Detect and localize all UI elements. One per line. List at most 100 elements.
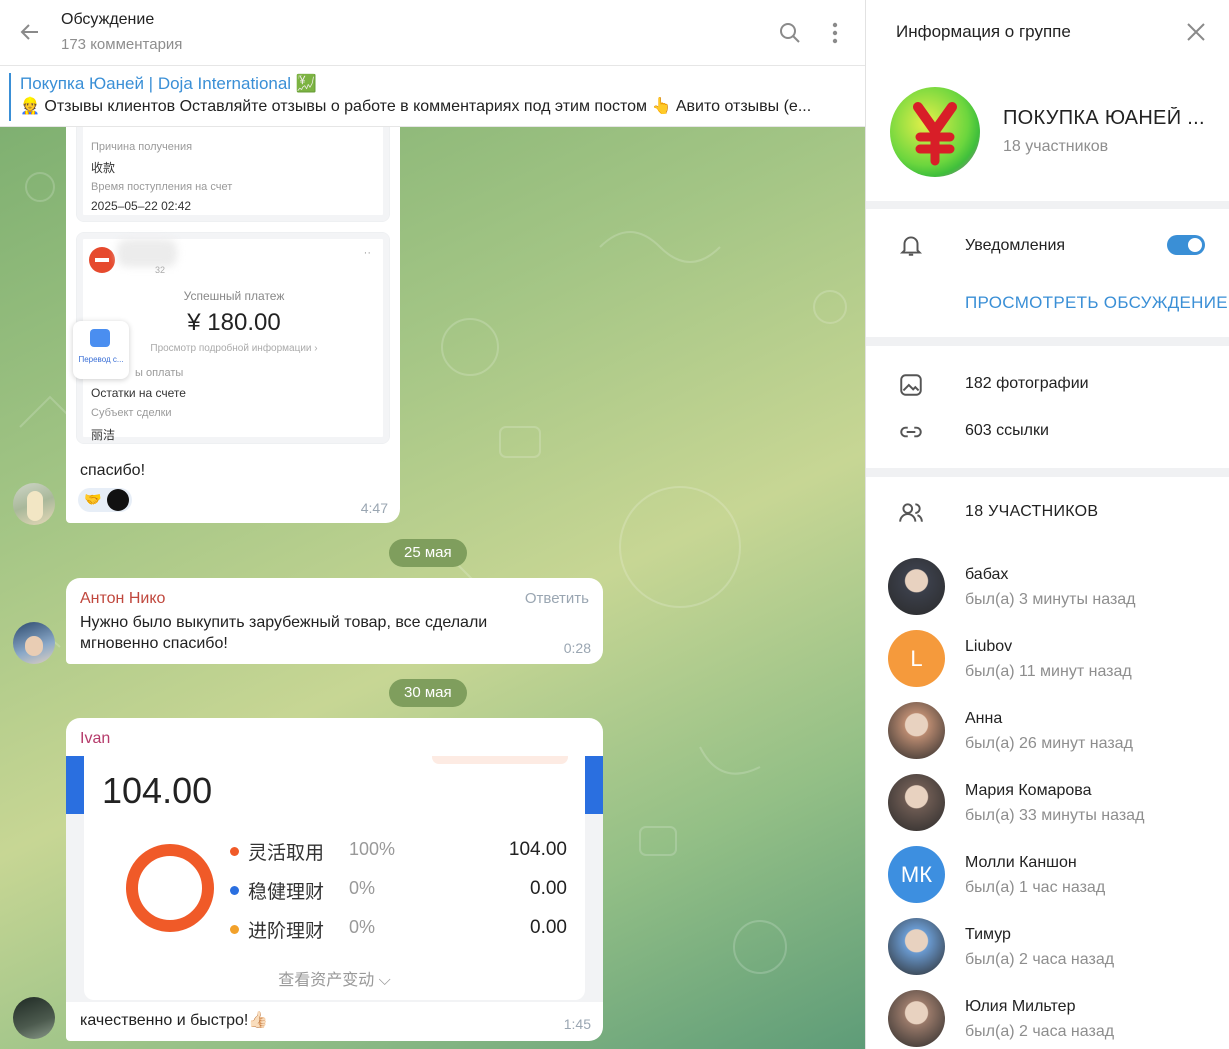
comment-count: 173 комментария [61, 36, 183, 53]
member-name: Молли Каншон [965, 854, 1077, 871]
total-amount: 104.00 [102, 770, 213, 811]
receipt-image-1[interactable]: Причина получения 收款 Время поступления н… [76, 127, 390, 222]
group-avatar[interactable] [890, 87, 980, 177]
message-time: 0:28 [563, 640, 591, 656]
screenshot-image[interactable]: 104.00 灵活取用 100% 104.00 稳健理财 0% 0.00 进阶理财 0% 0.0… [66, 756, 603, 1002]
asset-card: 104.00 灵活取用 100% 104.00 稳健理财 0% 0.00 进阶理财 0% 0.0… [84, 756, 585, 1000]
badge [432, 756, 568, 764]
member-row[interactable]: Анна был(а) 26 минут назад [866, 700, 1229, 762]
more-icon: ·· [363, 247, 371, 259]
pinned-message[interactable]: Покупка Юаней | Doja International 💹 👷 О… [0, 67, 865, 127]
message-bubble[interactable]: Ivan 104.00 灵活取用 100% 104.00 稳健理财 0% 0.00 进阶理财… [66, 718, 603, 1041]
notifications-toggle[interactable] [1167, 235, 1205, 255]
member-row[interactable]: бабах был(а) 3 минуты назад [866, 556, 1229, 618]
chat-header: Обсуждение 173 комментария [0, 0, 865, 66]
close-icon[interactable] [1184, 20, 1208, 44]
message-bubble[interactable]: Антон Нико Ответить Нужно было выкупить … [66, 578, 603, 664]
blurred-name [117, 239, 177, 267]
blue-edge [66, 756, 84, 814]
chat-title: Обсуждение [61, 11, 155, 28]
receipt-value: Остатки на счете [91, 386, 186, 400]
member-row[interactable]: Юлия Мильтер был(а) 2 часа назад [866, 988, 1229, 1049]
notifications-section: Уведомления ПРОСМОТРЕТЬ ОБСУЖДЕНИЕ [866, 209, 1229, 337]
asset-link[interactable]: 查看资产变动 ⌵ [84, 966, 585, 990]
legend-dot [230, 886, 239, 895]
receipt-value: 收款 [91, 161, 116, 175]
member-status: был(а) 26 минут назад [965, 735, 1133, 752]
link-icon [900, 426, 922, 438]
translate-popup[interactable]: Перевод с... [73, 321, 129, 379]
member-avatar [888, 990, 945, 1047]
member-name: Liubov [965, 638, 1013, 655]
media-section: 182 фотографии 603 ссылки [866, 346, 1229, 468]
avatar[interactable] [13, 483, 55, 525]
message-bubble[interactable]: Причина получения 收款 Время поступления н… [66, 127, 400, 523]
member-name: бабах [965, 566, 1009, 583]
view-discussion-button[interactable]: ПРОСМОТРЕТЬ ОБСУЖДЕНИЕ [965, 293, 1228, 313]
asset-value: 104.00 [508, 839, 567, 860]
handshake-icon: 🤝 [84, 491, 102, 507]
receipt-value: 2025–05–22 02:42 [91, 199, 192, 213]
member-status: был(а) 3 минуты назад [965, 591, 1136, 608]
translate-label: Перевод с... [78, 355, 124, 364]
payment-status: Успешный платеж [183, 289, 285, 303]
member-name: Мария Комарова [965, 782, 1092, 799]
message-time: 4:47 [360, 500, 388, 516]
asset-name: 进阶理财 [248, 921, 325, 942]
message-text: спасибо! [80, 462, 146, 479]
member-row[interactable]: Мария Комарова был(а) 33 минуты назад [866, 772, 1229, 834]
legend-dot [230, 925, 239, 934]
bank-logo-icon [89, 247, 115, 273]
asset-percent: 100% [349, 839, 396, 859]
member-avatar [888, 702, 945, 759]
more-vertical-icon[interactable] [823, 21, 847, 45]
member-row[interactable]: МК Молли Каншон был(а) 1 час назад [866, 844, 1229, 906]
member-status: был(а) 33 минуты назад [965, 807, 1145, 824]
pinned-bar [9, 73, 11, 121]
receipt-label: Время поступления на счет [91, 181, 233, 193]
group-info-panel: Информация о группе ПОКУПКА ЮАНЕЙ ... 18… [865, 0, 1229, 1049]
message-author[interactable]: Антон Нико [80, 590, 165, 608]
discussion-panel: Причина получения 收款 Время поступления н… [0, 0, 865, 1049]
member-row[interactable]: L Liubov был(а) 11 минут назад [866, 628, 1229, 690]
receipt-label: Субъект сделки [91, 407, 172, 419]
date-separator: 25 мая [389, 539, 467, 567]
message-time: 1:45 [563, 1016, 591, 1032]
message-text: Нужно было выкупить зарубежный товар, вс… [80, 614, 488, 652]
links-row[interactable]: 603 ссылки [866, 411, 1229, 451]
avatar[interactable] [13, 997, 55, 1039]
back-arrow-icon[interactable] [18, 20, 42, 44]
member-status: был(а) 2 часа назад [965, 951, 1115, 968]
member-name: Анна [965, 710, 1003, 727]
chat-background: Причина получения 收款 Время поступления н… [0, 127, 865, 1049]
photos-label: 182 фотографии [965, 375, 1089, 392]
members-icon [899, 503, 923, 522]
links-label: 603 ссылки [965, 422, 1049, 439]
blue-edge [585, 756, 603, 814]
members-header: 18 УЧАСТНИКОВ [965, 503, 1099, 520]
avatar[interactable] [13, 622, 55, 664]
panel-title: Информация о группе [896, 22, 1071, 41]
member-count: 18 участников [1003, 138, 1109, 155]
member-avatar [888, 558, 945, 615]
date-separator: 30 мая [389, 679, 467, 707]
member-status: был(а) 2 часа назад [965, 1023, 1115, 1040]
reply-button[interactable]: Ответить [525, 590, 589, 607]
member-avatar [888, 918, 945, 975]
notifications-label: Уведомления [965, 237, 1066, 254]
reactor-avatar [107, 489, 129, 511]
member-avatar: L [888, 630, 945, 687]
member-name: Тимур [965, 926, 1011, 943]
reaction-chip[interactable]: 🤝 [78, 488, 132, 512]
search-icon[interactable] [778, 21, 802, 45]
photo-icon [900, 374, 922, 396]
donut-chart [126, 844, 214, 932]
message-text: качественно и быстро!👍🏻 [80, 1012, 269, 1029]
member-avatar [888, 774, 945, 831]
member-avatar: МК [888, 846, 945, 903]
member-row[interactable]: Тимур был(а) 2 часа назад [866, 916, 1229, 978]
photos-row[interactable]: 182 фотографии [866, 364, 1229, 404]
receipt-image-2[interactable]: 32 ·· Успешный платеж ¥ 180.00 Просмотр … [73, 232, 390, 444]
message-author[interactable]: Ivan [80, 730, 110, 748]
asset-name: 稳健理财 [248, 882, 325, 903]
